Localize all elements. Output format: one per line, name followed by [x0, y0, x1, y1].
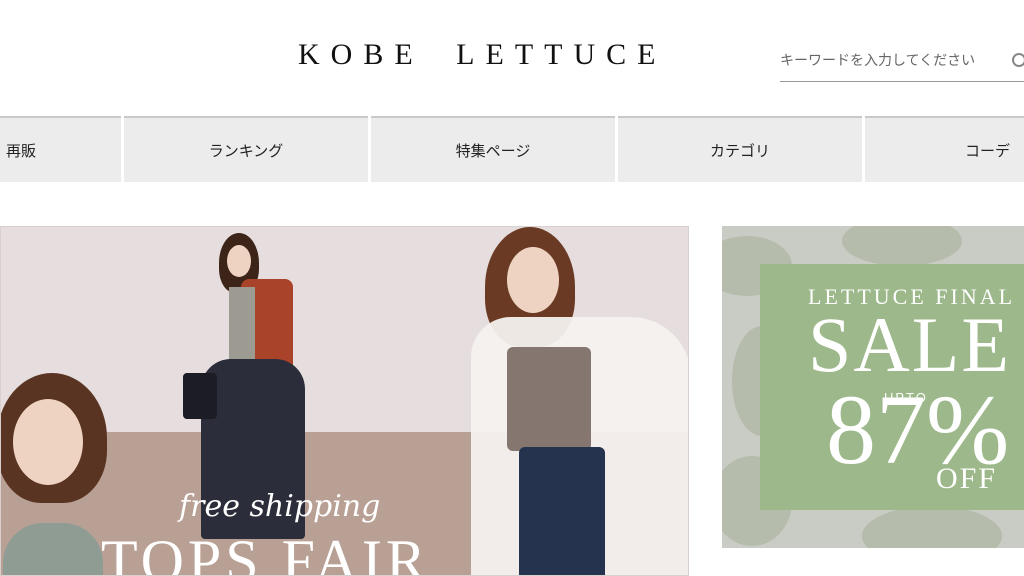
main-nav: 再販 ランキング 特集ページ カテゴリ コーデ	[0, 116, 1024, 182]
model-right-image	[471, 227, 688, 575]
banner-script-text: free shipping	[179, 489, 381, 524]
nav-item-label: 特集ページ	[455, 141, 531, 160]
sale-upto: UPTO	[884, 390, 928, 405]
sale-off: OFF	[936, 462, 998, 495]
model-left-image	[1, 373, 113, 575]
search-bar	[780, 44, 1024, 82]
sale-box: LETTUCE FINAL SALE 87% UPTO OFF	[760, 264, 1024, 510]
nav-item-category[interactable]: カテゴリ	[618, 116, 862, 182]
tops-fair-banner[interactable]: free shipping TOPS FAIR	[0, 226, 689, 576]
nav-item-features[interactable]: 特集ページ	[371, 116, 615, 182]
search-icon[interactable]	[1012, 53, 1024, 67]
nav-item-label: 再販	[6, 141, 37, 160]
nav-item-resale[interactable]: 再販	[0, 116, 121, 182]
banner-title: TOPS FAIR	[101, 528, 430, 576]
nav-item-label: カテゴリ	[709, 141, 770, 160]
search-input[interactable]	[780, 50, 1010, 72]
nav-item-label: ランキング	[208, 141, 284, 160]
nav-item-label: コーデ	[965, 141, 1011, 160]
nav-item-coordinate[interactable]: コーデ	[865, 116, 1024, 182]
final-sale-banner[interactable]: LETTUCE FINAL SALE 87% UPTO OFF	[722, 226, 1024, 548]
nav-item-ranking[interactable]: ランキング	[124, 116, 368, 182]
site-header: KOBE LETTUCE	[0, 0, 1024, 116]
site-logo[interactable]: KOBE LETTUCE	[298, 38, 666, 72]
